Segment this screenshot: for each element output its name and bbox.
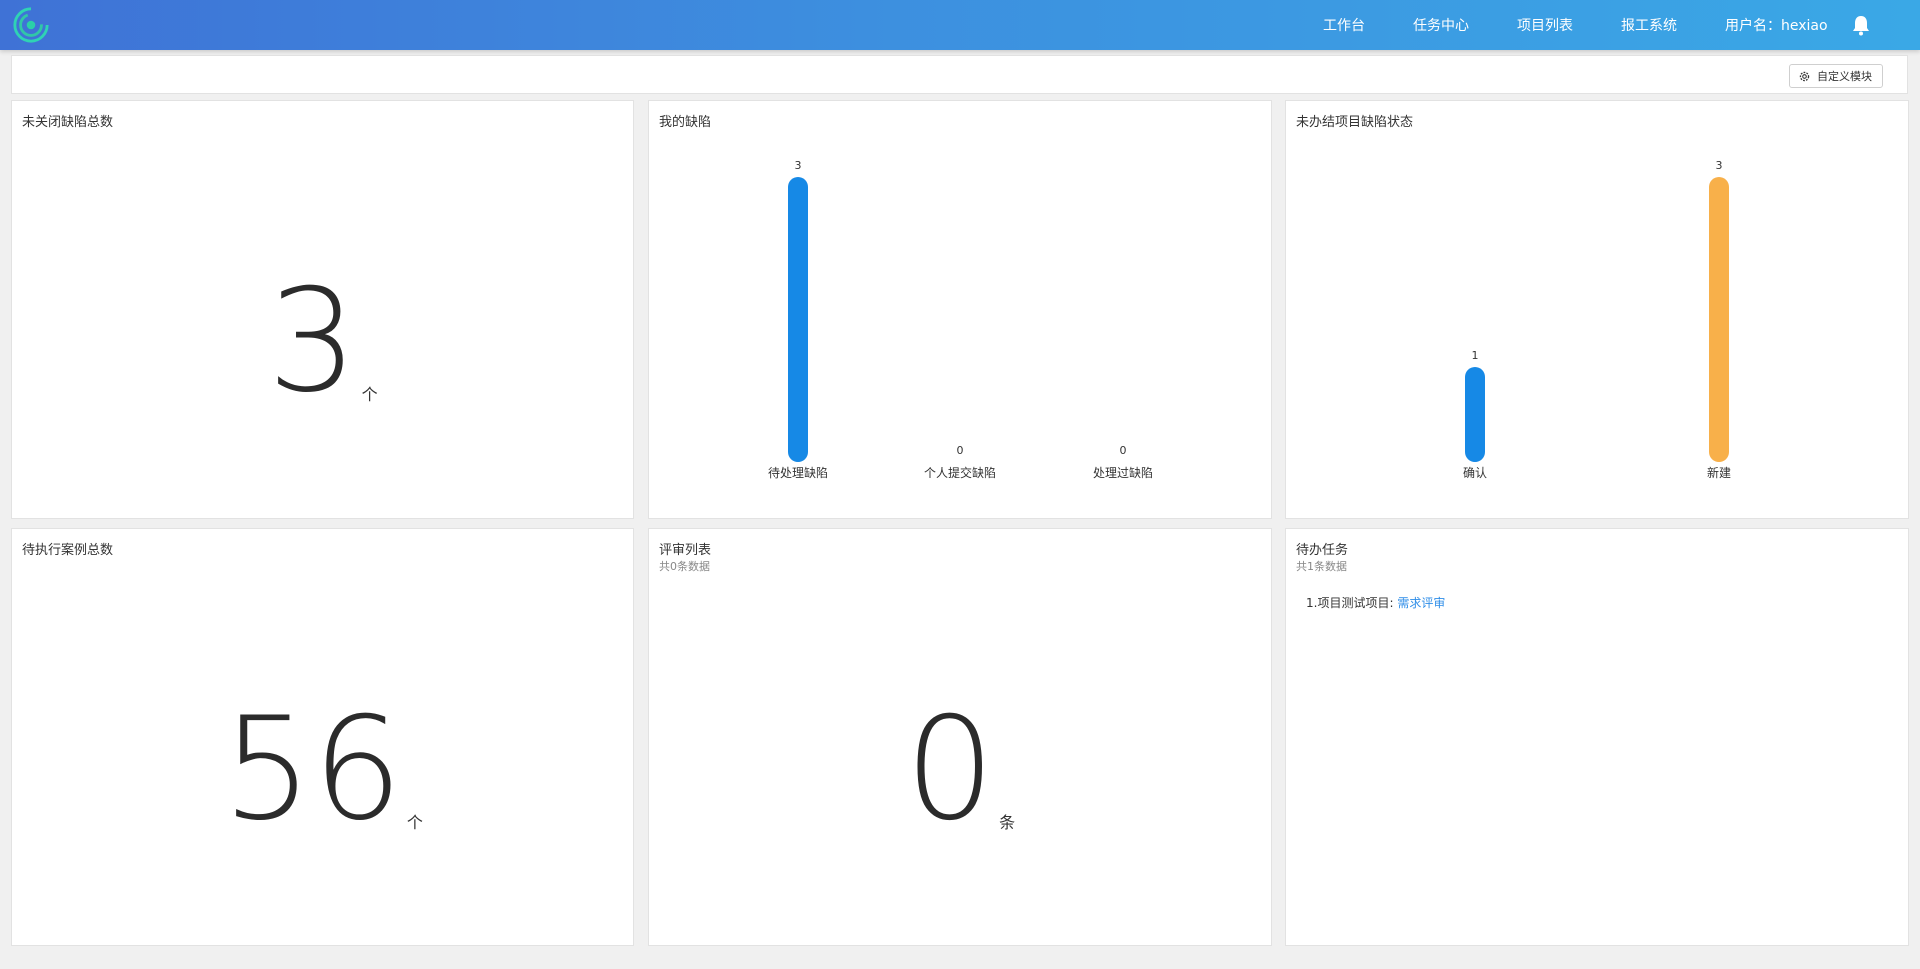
- nav-task-center[interactable]: 任务中心: [1413, 15, 1469, 35]
- metric-value: 56: [222, 687, 403, 852]
- bell-icon[interactable]: [1851, 14, 1871, 36]
- chart-bar[interactable]: [788, 177, 808, 462]
- customize-module-button[interactable]: 自定义模块: [1789, 64, 1883, 88]
- metric-unit: 个: [361, 385, 378, 404]
- username-label[interactable]: 用户名：hexiao: [1725, 15, 1828, 35]
- chart-bar[interactable]: [1709, 177, 1729, 462]
- customize-module-label: 自定义模块: [1817, 70, 1872, 83]
- panel-project-defect-status: 未办结项目缺陷状态 1 确认 3 新建: [1285, 100, 1909, 519]
- todo-item-prefix: 1.项目测试项目:: [1306, 596, 1398, 610]
- panel-my-defects: 我的缺陷 3 待处理缺陷 0 个人提交缺陷 0 处理过缺陷: [648, 100, 1272, 519]
- metric: 0 条: [649, 699, 1271, 841]
- bar-value-label: 3: [795, 159, 802, 172]
- gear-icon: [1799, 71, 1810, 81]
- x-tick-label: 确认: [1463, 466, 1487, 480]
- bar-value-label: 1: [1472, 349, 1479, 362]
- panel-title: 待办任务: [1296, 543, 1349, 558]
- panel-todo-tasks: 待办任务 共1条数据 1.项目测试项目: 需求评审: [1285, 528, 1909, 946]
- nav-workbench[interactable]: 工作台: [1323, 15, 1365, 35]
- x-tick-label: 待处理缺陷: [768, 465, 828, 480]
- top-navbar: 工作台 任务中心 项目列表 报工系统 用户名：hexiao: [0, 0, 1920, 50]
- panel-title: 未关闭缺陷总数: [22, 115, 114, 130]
- nav-project-list[interactable]: 项目列表: [1517, 15, 1573, 35]
- metric: 3 个: [12, 271, 633, 413]
- metric-value: 0: [904, 687, 996, 852]
- chart-bar[interactable]: [1465, 367, 1485, 462]
- metric-unit: 条: [999, 813, 1016, 832]
- x-tick-label: 个人提交缺陷: [924, 465, 996, 480]
- bar-value-label: 3: [1716, 159, 1723, 172]
- panel-review-list: 评审列表 共0条数据 0 条: [648, 528, 1272, 946]
- module-toolbar: 自定义模块: [11, 55, 1908, 94]
- swirl-logo[interactable]: [12, 6, 50, 44]
- panel-unclosed-defects: 未关闭缺陷总数 3 个: [11, 100, 634, 519]
- panel-title: 评审列表: [659, 543, 712, 558]
- main-nav: 工作台 任务中心 项目列表 报工系统 用户名：hexiao: [1323, 0, 1828, 50]
- panel-subtitle: 共1条数据: [1296, 560, 1347, 573]
- bar-value-label: 0: [957, 444, 964, 457]
- list-item: 1.项目测试项目: 需求评审: [1306, 594, 1445, 611]
- metric-value: 3: [267, 259, 358, 424]
- panel-title: 待执行案例总数: [22, 543, 114, 558]
- defect-status-bar-chart: 1 确认 3 新建: [1463, 159, 1731, 480]
- nav-work-report[interactable]: 报工系统: [1621, 15, 1677, 35]
- panel-subtitle: 共0条数据: [659, 560, 710, 573]
- todo-item-link[interactable]: 需求评审: [1397, 596, 1445, 610]
- bar-value-label: 0: [1120, 444, 1127, 457]
- panel-pending-cases: 待执行案例总数 56 个: [11, 528, 634, 946]
- x-tick-label: 处理过缺陷: [1093, 465, 1153, 480]
- my-defects-bar-chart: 3 待处理缺陷 0 个人提交缺陷 0 处理过缺陷: [768, 159, 1153, 480]
- x-tick-label: 新建: [1707, 465, 1731, 480]
- metric-unit: 个: [406, 813, 423, 832]
- metric: 56 个: [12, 699, 633, 841]
